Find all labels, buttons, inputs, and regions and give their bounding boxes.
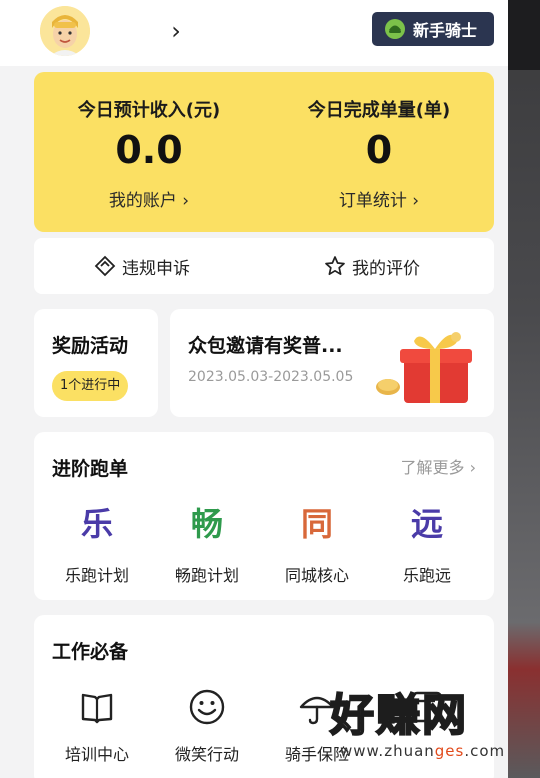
smile-icon (189, 689, 225, 725)
avatar-face-icon (40, 6, 90, 56)
watermark-url-suffix: .com (464, 742, 506, 760)
side-background (508, 0, 540, 778)
promo-title: 众包邀请有奖普... (188, 335, 343, 357)
training-center-button[interactable]: 培训中心 (42, 687, 152, 765)
rider-badge-label: 新手骑士 (413, 21, 478, 40)
reward-activities-card[interactable]: 奖励活动 1个进行中 (34, 309, 158, 417)
learn-more-link[interactable]: 了解更多 › (401, 454, 477, 478)
smile-action-button[interactable]: 微笑行动 (152, 687, 262, 765)
plan-label: 乐跑远 (402, 566, 451, 585)
orders-title: 今日完成单量(单) (307, 100, 451, 121)
header: › 新手骑士 (0, 0, 508, 66)
gift-box-icon (376, 332, 472, 403)
avatar[interactable] (40, 6, 90, 56)
plan-changpao[interactable]: 畅 畅跑计划 (152, 502, 262, 586)
helmet-icon (385, 19, 405, 39)
watermark-url-highlight: ges (434, 742, 465, 760)
plan-glyph: 同 (300, 505, 333, 543)
appeal-label: 违规申诉 (122, 258, 190, 279)
orders-value: 0 (365, 128, 393, 172)
income-title: 今日预计收入(元) (77, 100, 221, 121)
today-stats-card: 今日预计收入(元) 0.0 我的账户 › 今日完成单量(单) 0 订单统计 › (34, 72, 494, 232)
rider-home-page: › 新手骑士 今日预计收入(元) 0.0 我的账户 › 今日完成单量(单) 0 … (0, 0, 508, 778)
watermark-text: 好赚网 (329, 689, 468, 742)
work-title: 工作必备 (52, 641, 129, 663)
invite-promo-card[interactable]: 众包邀请有奖普... 2023.05.03-2023.05.05 (170, 309, 494, 417)
orders-stat: 今日完成单量(单) 0 订单统计 › (264, 72, 494, 232)
watermark-url-prefix: www.zhuan (340, 742, 435, 760)
rider-level-badge[interactable]: 新手骑士 (372, 12, 494, 46)
active-count-badge: 1个进行中 (52, 371, 129, 401)
book-icon (81, 693, 113, 724)
quick-actions-row: 违规申诉 我的评价 (34, 238, 494, 294)
plan-glyph: 乐 (80, 505, 113, 543)
side-background-top (508, 0, 540, 70)
tool-label: 微笑行动 (174, 745, 239, 764)
plan-label: 乐跑计划 (64, 566, 129, 585)
my-rating-button[interactable]: 我的评价 (324, 238, 420, 294)
reward-title: 奖励活动 (52, 335, 129, 357)
advanced-title: 进阶跑单 (52, 458, 129, 480)
plan-glyph: 畅 (190, 505, 223, 543)
my-account-link[interactable]: 我的账户 › (34, 186, 264, 211)
plan-lepaoyuan[interactable]: 远 乐跑远 (372, 502, 482, 586)
watermark-url: www.zhuanges.com (340, 742, 505, 760)
order-statistics-link[interactable]: 订单统计 › (264, 186, 494, 211)
profile-chevron-icon[interactable]: › (165, 16, 187, 46)
site-watermark: 好赚网 www.zhuanges.com (329, 689, 508, 772)
star-icon (325, 256, 345, 276)
tool-label: 培训中心 (64, 745, 129, 764)
promo-dates: 2023.05.03-2023.05.05 (188, 369, 354, 385)
income-value: 0.0 (115, 128, 183, 172)
rating-label: 我的评价 (352, 258, 420, 279)
advanced-running-card: 进阶跑单 了解更多 › 乐 乐跑计划 畅 畅跑计划 同 同城核心 远 乐跑远 (34, 432, 494, 600)
plan-label: 同城核心 (284, 566, 349, 585)
violation-appeal-button[interactable]: 违规申诉 (94, 238, 190, 294)
plan-glyph: 远 (410, 505, 443, 543)
plan-lepao[interactable]: 乐 乐跑计划 (42, 502, 152, 586)
income-stat: 今日预计收入(元) 0.0 我的账户 › (34, 72, 264, 232)
appeal-icon (94, 255, 116, 277)
plan-tongcheng[interactable]: 同 同城核心 (262, 502, 372, 586)
plan-label: 畅跑计划 (174, 566, 239, 585)
